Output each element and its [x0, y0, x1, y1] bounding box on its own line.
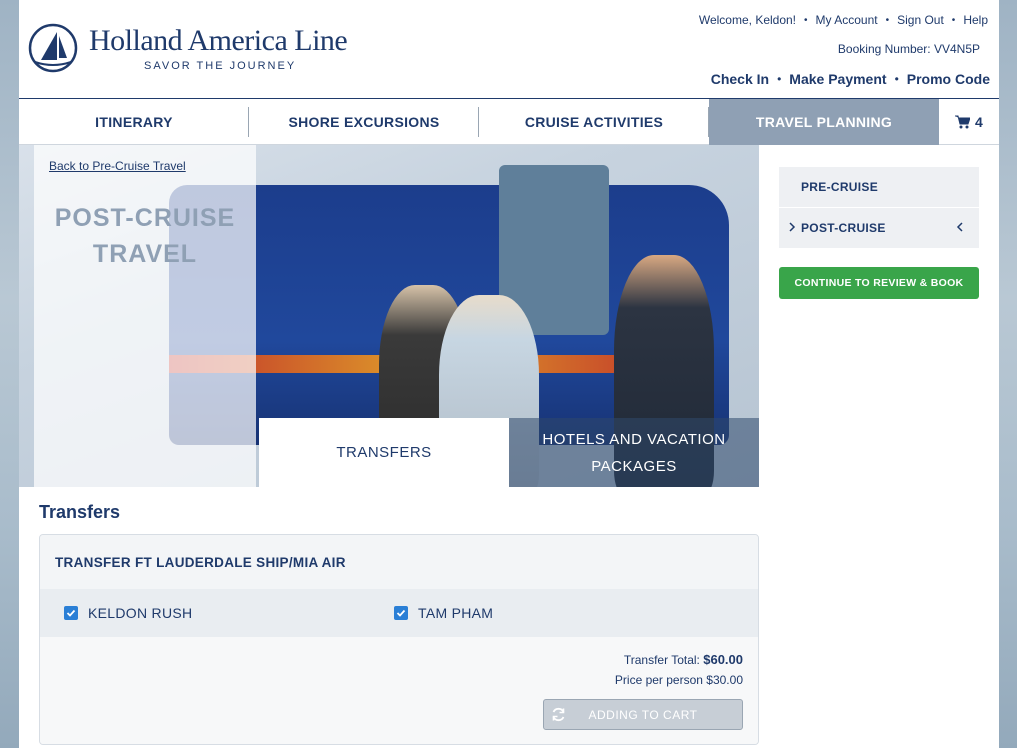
transfer-title: TRANSFER FT LAUDERDALE SHIP/MIA AIR: [40, 535, 758, 589]
transfer-totals: Transfer Total: $60.00 Price per person …: [40, 637, 758, 744]
travel-sidebar: PRE-CRUISE POST-CRUISE: [779, 167, 979, 248]
total-value: $60.00: [703, 652, 743, 667]
booking-number: Booking Number: VV4N5P: [837, 42, 980, 56]
brand-tagline: SAVOR THE JOURNEY: [144, 60, 297, 72]
sign-out-link[interactable]: Sign Out: [897, 13, 944, 27]
transfer-card: TRANSFER FT LAUDERDALE SHIP/MIA AIR KELD…: [39, 534, 759, 745]
separator-dot: •: [804, 14, 808, 26]
transfer-total: Transfer Total: $60.00: [624, 652, 743, 667]
brand-name: Holland America Line: [89, 24, 348, 57]
hero-banner: Back to Pre-Cruise Travel POST-CRUISE TR…: [19, 145, 759, 487]
sidebar-item-post-cruise[interactable]: POST-CRUISE: [779, 208, 979, 248]
check-in-link[interactable]: Check In: [711, 71, 769, 87]
page-title: POST-CRUISE TRAVEL: [54, 204, 236, 268]
checkmark-icon: [66, 609, 76, 617]
nav-cruise-activities[interactable]: CRUISE ACTIVITIES: [479, 99, 709, 145]
cart-button[interactable]: 4: [939, 99, 999, 145]
chevron-left-icon: [956, 222, 963, 232]
sidebar-item-label: PRE-CRUISE: [801, 180, 879, 194]
adding-to-cart-button[interactable]: ADDING TO CART: [543, 699, 743, 730]
guest-name: TAM PHAM: [418, 605, 494, 621]
refresh-icon: [552, 707, 565, 722]
promo-code-link[interactable]: Promo Code: [907, 71, 990, 87]
my-account-link[interactable]: My Account: [816, 13, 878, 27]
guest-list: KELDON RUSH TAM PHAM: [40, 589, 758, 637]
welcome-text: Welcome, Keldon!: [698, 13, 797, 27]
guest-option[interactable]: KELDON RUSH: [64, 605, 394, 621]
continue-to-review-button[interactable]: CONTINUE TO REVIEW & BOOK: [779, 267, 979, 299]
nav-itinerary[interactable]: ITINERARY: [19, 99, 249, 145]
account-actions: Check In • Make Payment • Promo Code: [711, 71, 990, 87]
separator-dot: •: [951, 14, 956, 26]
guest-option[interactable]: TAM PHAM: [394, 605, 493, 621]
brand-logo[interactable]: Holland America Line SAVOR THE JOURNEY: [27, 20, 367, 75]
cart-count: 4: [974, 114, 984, 130]
price-per-person: Price per person $30.00: [614, 673, 743, 687]
total-label: Transfer Total:: [623, 653, 700, 667]
shopping-cart-icon: [954, 115, 970, 129]
make-payment-link[interactable]: Make Payment: [789, 71, 886, 87]
guest-checkbox[interactable]: [394, 606, 408, 620]
separator-dot: •: [894, 72, 899, 86]
tab-transfers[interactable]: TRANSFERS: [259, 418, 509, 487]
chevron-right-icon: [789, 222, 796, 232]
nav-shore-excursions[interactable]: SHORE EXCURSIONS: [249, 99, 479, 145]
back-to-pre-cruise-link[interactable]: Back to Pre-Cruise Travel: [49, 159, 186, 173]
checkmark-icon: [396, 609, 406, 617]
logo-emblem-icon: [28, 23, 78, 73]
section-title: Transfers: [39, 502, 121, 522]
button-label: ADDING TO CART: [588, 707, 698, 722]
guest-checkbox[interactable]: [64, 606, 78, 620]
hero-title-panel: [34, 145, 256, 487]
utility-links: Welcome, Keldon! • My Account • Sign Out…: [699, 13, 988, 27]
page: Holland America Line SAVOR THE JOURNEY W…: [19, 0, 999, 748]
travel-tabs: TRANSFERS HOTELS AND VACATION PACKAGES: [259, 418, 759, 487]
separator-dot: •: [777, 72, 782, 86]
sidebar-item-label: POST-CRUISE: [801, 221, 886, 235]
guest-name: KELDON RUSH: [88, 605, 193, 621]
nav-travel-planning[interactable]: TRAVEL PLANNING: [709, 99, 939, 145]
main-nav: ITINERARY SHORE EXCURSIONS CRUISE ACTIVI…: [19, 98, 999, 145]
sidebar-item-pre-cruise[interactable]: PRE-CRUISE: [779, 167, 979, 207]
tab-hotels-packages[interactable]: HOTELS AND VACATION PACKAGES: [509, 418, 759, 487]
help-link[interactable]: Help: [963, 13, 988, 27]
separator-dot: •: [885, 14, 890, 26]
